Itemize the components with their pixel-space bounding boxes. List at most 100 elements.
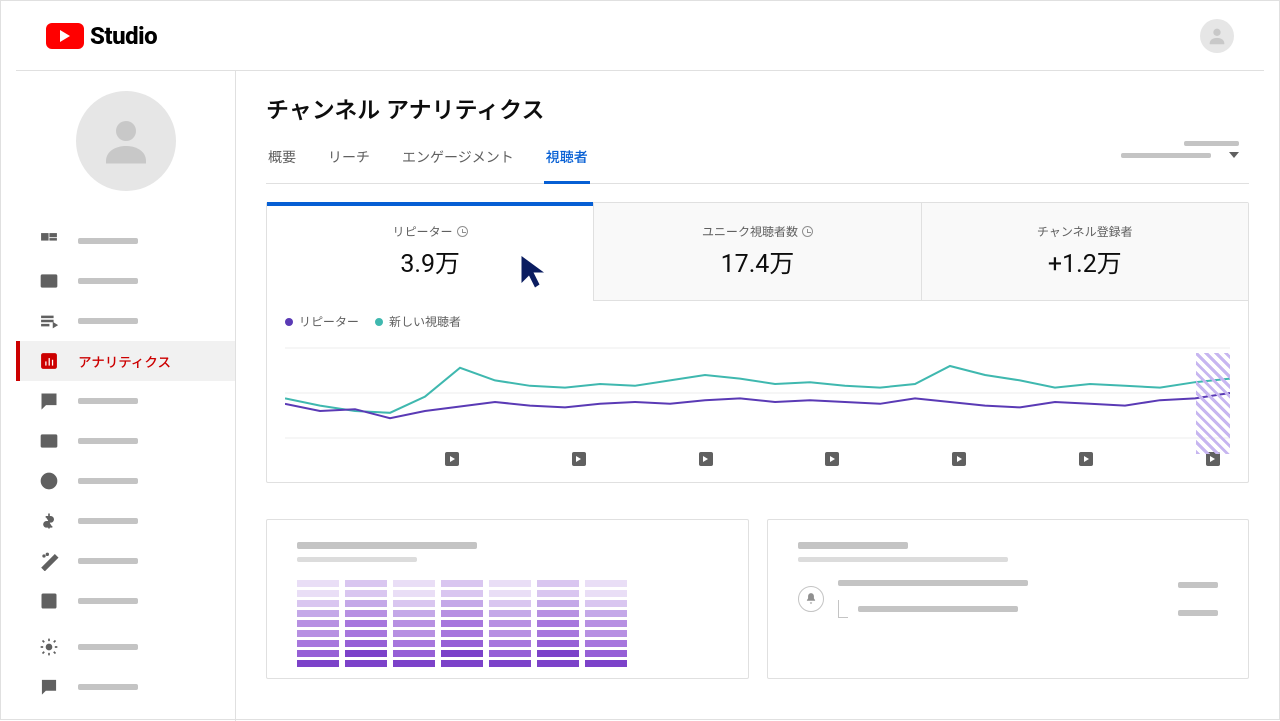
heatmap-cell	[297, 630, 339, 637]
playlists-icon	[38, 310, 60, 332]
heatmap-cell	[489, 610, 531, 617]
heatmap-cell	[537, 620, 579, 627]
placeholder-line	[798, 542, 908, 549]
heatmap	[297, 580, 718, 667]
date-range-picker[interactable]	[1121, 141, 1239, 158]
content: チャンネル アナリティクス 概要 リーチ エンゲージメント 視聴者 リピーター …	[236, 71, 1279, 721]
placeholder-line	[798, 557, 1008, 562]
sidebar-item-audio[interactable]	[16, 581, 235, 621]
metric-tab-unique[interactable]: ユニーク視聴者数 17.4万	[593, 203, 920, 301]
person-icon	[96, 111, 156, 171]
heatmap-cell	[441, 610, 483, 617]
metric-tab-repeater[interactable]: リピーター 3.9万	[267, 203, 593, 301]
heatmap-cell	[345, 610, 387, 617]
placeholder-line	[78, 598, 138, 604]
heatmap-cell	[585, 620, 627, 627]
sidebar-item-comments[interactable]	[16, 381, 235, 421]
heatmap-cell	[297, 620, 339, 627]
heatmap-cell	[585, 630, 627, 637]
placeholder-line	[78, 644, 138, 650]
sidebar-item-customize[interactable]	[16, 541, 235, 581]
upload-marker-icon	[699, 452, 713, 466]
heatmap-cell	[441, 620, 483, 627]
upload-marker-icon	[445, 452, 459, 466]
header: Studio	[16, 1, 1264, 71]
sidebar-item-subtitles[interactable]	[16, 421, 235, 461]
placeholder-line	[1184, 141, 1239, 146]
account-avatar-button[interactable]	[1200, 19, 1234, 53]
heatmap-cell	[489, 600, 531, 607]
dashboard-icon	[38, 230, 60, 252]
sidebar-item-settings[interactable]	[16, 627, 216, 667]
heatmap-cell	[393, 660, 435, 667]
metric-value: 17.4万	[594, 244, 920, 280]
heatmap-cell	[585, 600, 627, 607]
clock-icon	[457, 226, 468, 237]
heatmap-cell	[297, 590, 339, 597]
sidebar-item-feedback[interactable]	[16, 667, 216, 707]
heatmap-cell	[345, 640, 387, 647]
clock-icon	[802, 226, 813, 237]
heatmap-cell	[393, 590, 435, 597]
upload-marker-icon	[825, 452, 839, 466]
sidebar-item-playlists[interactable]	[16, 301, 235, 341]
incomplete-data-shade	[1196, 353, 1230, 454]
heatmap-cell	[537, 650, 579, 657]
tab-overview[interactable]: 概要	[266, 147, 298, 183]
channel-avatar[interactable]	[76, 91, 176, 191]
chevron-down-icon	[1229, 152, 1239, 158]
heatmap-cell	[393, 650, 435, 657]
feedback-icon	[38, 676, 60, 698]
placeholder-line	[78, 478, 138, 484]
copyright-icon	[38, 470, 60, 492]
upload-marker-icon	[952, 452, 966, 466]
heatmap-cell	[441, 630, 483, 637]
tab-engagement[interactable]: エンゲージメント	[400, 147, 516, 183]
legend-dot-1	[285, 318, 293, 326]
settings-icon	[38, 636, 60, 658]
sidebar-item-analytics[interactable]: アナリティクス	[16, 341, 235, 381]
heatmap-cell	[345, 660, 387, 667]
notifications-card[interactable]	[767, 519, 1250, 679]
secondary-cards	[266, 501, 1249, 679]
placeholder-line	[78, 398, 138, 404]
heatmap-cell	[537, 640, 579, 647]
upload-marker-icon	[1079, 452, 1093, 466]
monetization-icon	[38, 510, 60, 532]
chart-area: リピーター 新しい視聴者	[267, 301, 1248, 482]
sidebar-item-content[interactable]	[16, 261, 235, 301]
audience-card: リピーター 3.9万 ユニーク視聴者数 17.4万 チャンネル登録者 +1.2万…	[266, 202, 1249, 483]
heatmap-cell	[393, 610, 435, 617]
sidebar-item-monetization[interactable]	[16, 501, 235, 541]
brand-text: Studio	[90, 22, 157, 50]
upload-marker-icon	[572, 452, 586, 466]
logo[interactable]: Studio	[46, 22, 157, 50]
placeholder-line	[858, 606, 1018, 612]
tab-reach[interactable]: リーチ	[326, 147, 372, 183]
sidebar-item-copyright[interactable]	[16, 461, 235, 501]
customize-icon	[38, 550, 60, 572]
metric-title: チャンネル登録者	[1037, 223, 1133, 240]
placeholder-line	[78, 278, 138, 284]
analytics-icon	[38, 350, 60, 372]
sidebar-item-dashboard[interactable]	[16, 221, 235, 261]
heatmap-cell	[393, 600, 435, 607]
nav-label: アナリティクス	[78, 351, 171, 371]
heatmap-cell	[489, 640, 531, 647]
heatmap-cell	[537, 610, 579, 617]
heatmap-cell	[489, 650, 531, 657]
subtitles-icon	[38, 430, 60, 452]
heatmap-cell	[345, 590, 387, 597]
heatmap-cell	[585, 580, 627, 587]
tabs: 概要 リーチ エンゲージメント 視聴者	[266, 147, 1249, 184]
activity-heatmap-card[interactable]	[266, 519, 749, 679]
metric-tab-subscribers[interactable]: チャンネル登録者 +1.2万	[921, 203, 1248, 301]
bell-icon	[798, 586, 824, 612]
heatmap-cell	[537, 580, 579, 587]
placeholder-line	[78, 684, 138, 690]
heatmap-cell	[297, 600, 339, 607]
placeholder-line	[78, 438, 138, 444]
heatmap-cell	[297, 640, 339, 647]
tab-audience[interactable]: 視聴者	[544, 147, 590, 184]
heatmap-cell	[345, 580, 387, 587]
